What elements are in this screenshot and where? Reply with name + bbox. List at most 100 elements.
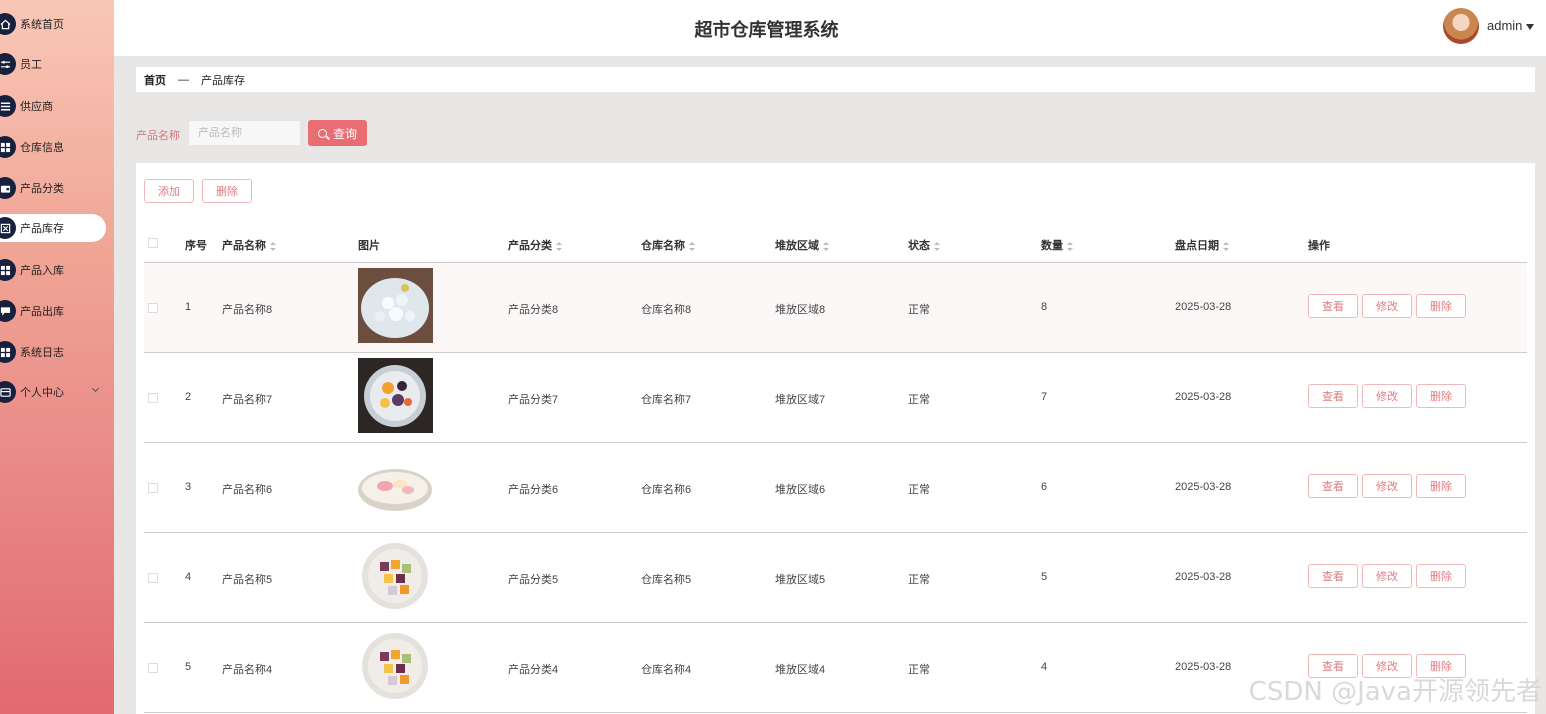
sidebar-item-stock-in[interactable]: 产品入库 <box>0 256 106 284</box>
grid-icon <box>0 341 16 363</box>
table-row: 1 产品名称8 产品分类8 仓库名称8 堆放区域8 正常 8 2025-03-2… <box>144 263 1527 353</box>
delete-button[interactable]: 删除 <box>1416 564 1466 588</box>
row-checkbox[interactable] <box>148 573 158 583</box>
sort-icon[interactable] <box>934 241 940 251</box>
cell-area: 堆放区域6 <box>775 484 826 496</box>
cell-area: 堆放区域7 <box>775 394 826 406</box>
row-checkbox[interactable] <box>148 483 158 493</box>
col-header-warehouse[interactable]: 仓库名称 <box>641 237 695 253</box>
table-header: 序号 产品名称 图片 产品分类 仓库名称 堆放区域 状态 数量 盘点日期 操作 <box>144 227 1527 263</box>
watermark: CSDN @Java开源领先者 <box>1248 677 1542 707</box>
sort-icon[interactable] <box>823 241 829 251</box>
view-button[interactable]: 查看 <box>1308 294 1358 318</box>
sidebar-item-label: 系统日志 <box>20 347 64 359</box>
cell-warehouse: 仓库名称7 <box>641 394 692 406</box>
cell-category: 产品分类8 <box>508 304 559 316</box>
sidebar-item-warehouse[interactable]: 仓库信息 <box>0 133 106 161</box>
col-header-category[interactable]: 产品分类 <box>508 237 562 253</box>
product-image[interactable] <box>358 538 433 613</box>
sort-icon[interactable] <box>270 241 276 251</box>
box-icon <box>0 217 16 239</box>
cell-name: 产品名称8 <box>222 304 273 316</box>
cell-area: 堆放区域5 <box>775 574 826 586</box>
page-title: 超市仓库管理系统 <box>694 20 839 40</box>
sidebar-item-label: 产品库存 <box>20 223 64 235</box>
search-icon <box>317 128 327 138</box>
cell-date: 2025-03-28 <box>1175 571 1232 583</box>
cell-index: 3 <box>185 481 192 493</box>
sidebar-item-employees[interactable]: 员工 <box>0 50 106 78</box>
sidebar-item-category[interactable]: 产品分类 <box>0 174 106 202</box>
search-input[interactable] <box>188 120 301 146</box>
select-all-checkbox[interactable] <box>148 238 158 248</box>
table-panel: 添加 删除 序号 产品名称 图片 产品分类 仓库名称 堆放区域 状态 数量 盘点… <box>136 163 1535 714</box>
col-header-area[interactable]: 堆放区域 <box>775 237 829 253</box>
breadcrumb-home[interactable]: 首页 <box>144 72 166 88</box>
cell-quantity: 5 <box>1041 571 1048 583</box>
edit-button[interactable]: 修改 <box>1362 564 1412 588</box>
sidebar-item-suppliers[interactable]: 供应商 <box>0 92 106 120</box>
sidebar-item-profile[interactable]: 个人中心 <box>0 378 106 406</box>
sidebar-item-label: 产品入库 <box>20 265 64 277</box>
cell-date: 2025-03-28 <box>1175 481 1232 493</box>
edit-button[interactable]: 修改 <box>1362 294 1412 318</box>
cell-category: 产品分类4 <box>508 664 559 676</box>
sort-icon[interactable] <box>1223 241 1229 251</box>
delete-button[interactable]: 删除 <box>1416 294 1466 318</box>
list-icon <box>0 95 16 117</box>
cell-name: 产品名称4 <box>222 664 273 676</box>
sidebar-item-stock-out[interactable]: 产品出库 <box>0 297 106 325</box>
cell-date: 2025-03-28 <box>1175 661 1232 673</box>
table-row: 3 产品名称6 产品分类6 仓库名称6 堆放区域6 正常 6 2025-03-2… <box>144 443 1527 533</box>
sort-icon[interactable] <box>1067 241 1073 251</box>
delete-button[interactable]: 删除 <box>1416 384 1466 408</box>
batch-delete-button[interactable]: 删除 <box>202 179 252 203</box>
sidebar-item-label: 仓库信息 <box>20 142 64 154</box>
sidebar-item-label: 员工 <box>20 59 42 71</box>
wallet-icon <box>0 177 16 199</box>
row-checkbox[interactable] <box>148 393 158 403</box>
delete-button[interactable]: 删除 <box>1416 474 1466 498</box>
row-checkbox[interactable] <box>148 663 158 673</box>
cell-date: 2025-03-28 <box>1175 391 1232 403</box>
cell-date: 2025-03-28 <box>1175 301 1232 313</box>
view-button[interactable]: 查看 <box>1308 564 1358 588</box>
col-header-status[interactable]: 状态 <box>908 237 940 253</box>
table-row: 2 产品名称7 产品分类7 仓库名称7 堆放区域7 正常 7 2025-03-2… <box>144 353 1527 443</box>
cell-status: 正常 <box>908 394 930 406</box>
grid-icon <box>0 136 16 158</box>
sort-icon[interactable] <box>689 241 695 251</box>
product-image[interactable] <box>358 358 433 433</box>
add-button[interactable]: 添加 <box>144 179 194 203</box>
card-icon <box>0 381 16 403</box>
cell-quantity: 7 <box>1041 391 1048 403</box>
home-icon <box>0 13 16 35</box>
search-label: 产品名称 <box>136 130 180 142</box>
edit-button[interactable]: 修改 <box>1362 384 1412 408</box>
col-header-quantity[interactable]: 数量 <box>1041 237 1073 253</box>
cell-name: 产品名称5 <box>222 574 273 586</box>
col-header-name[interactable]: 产品名称 <box>222 237 276 253</box>
edit-button[interactable]: 修改 <box>1362 474 1412 498</box>
sort-icon[interactable] <box>556 241 562 251</box>
product-image[interactable] <box>358 268 433 343</box>
view-button[interactable]: 查看 <box>1308 474 1358 498</box>
view-button[interactable]: 查看 <box>1308 384 1358 408</box>
col-header-date[interactable]: 盘点日期 <box>1175 237 1229 253</box>
user-menu[interactable]: admin <box>1487 18 1535 33</box>
sidebar-item-logs[interactable]: 系统日志 <box>0 338 106 366</box>
breadcrumb-current: 产品库存 <box>201 74 245 87</box>
sidebar-item-inventory[interactable]: 产品库存 <box>0 214 106 242</box>
cell-category: 产品分类5 <box>508 574 559 586</box>
avatar[interactable] <box>1443 8 1479 44</box>
search-button[interactable]: 查询 <box>308 120 367 146</box>
table-row: 4 产品名称5 产品分类5 仓库名称5 堆放区域5 正常 5 2025-03-2… <box>144 533 1527 623</box>
product-image[interactable] <box>358 448 433 523</box>
cell-warehouse: 仓库名称8 <box>641 304 692 316</box>
row-checkbox[interactable] <box>148 303 158 313</box>
top-header: 超市仓库管理系统 admin <box>114 0 1546 56</box>
cell-quantity: 8 <box>1041 301 1048 313</box>
search-button-label: 查询 <box>332 126 357 141</box>
product-image[interactable] <box>358 628 433 703</box>
sidebar-item-home[interactable]: 系统首页 <box>0 10 106 38</box>
